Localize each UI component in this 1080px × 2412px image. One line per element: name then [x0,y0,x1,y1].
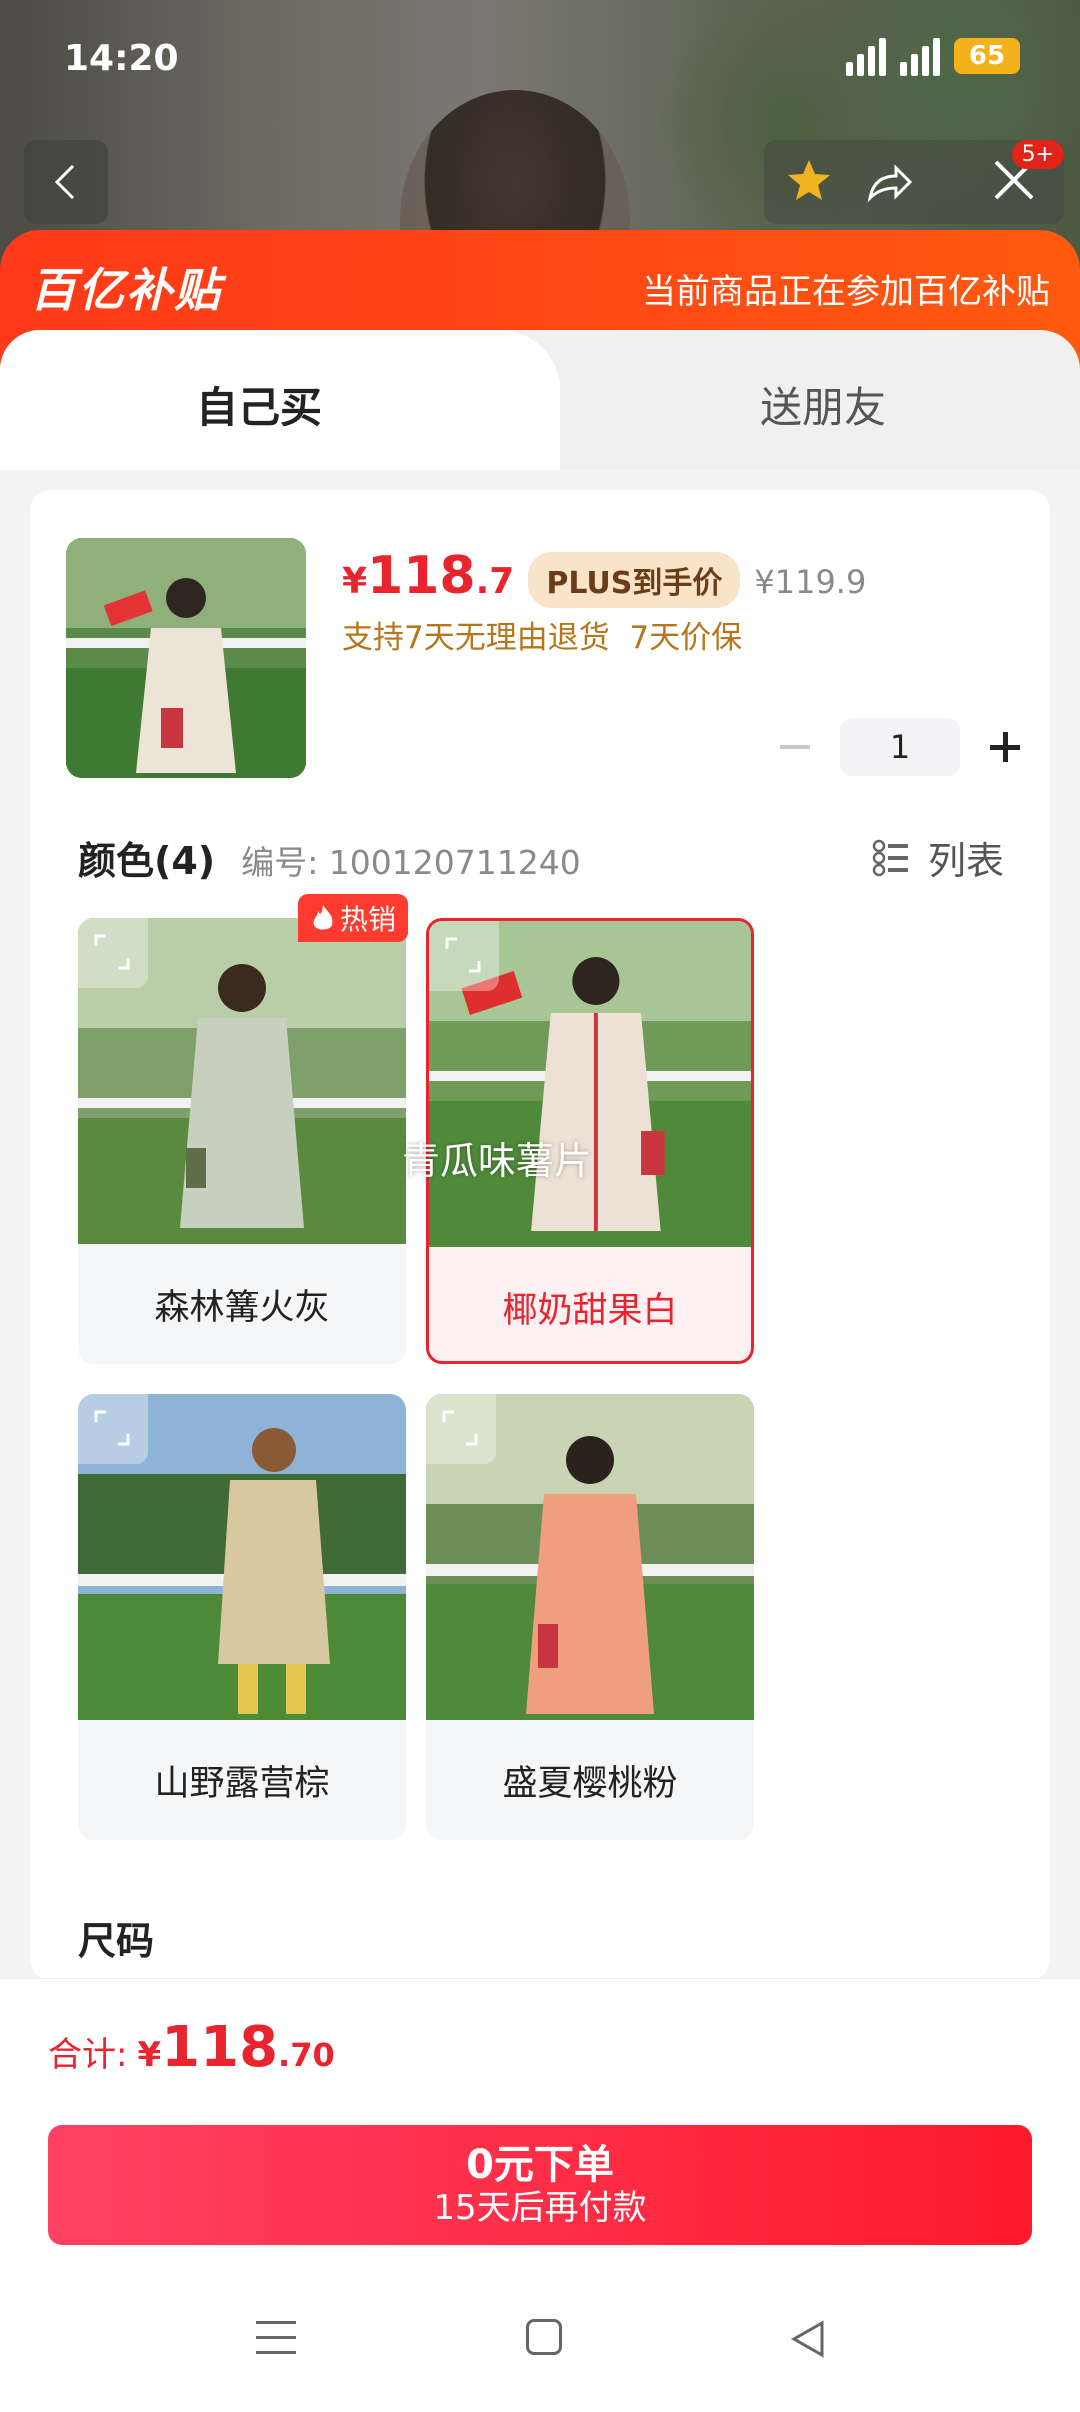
list-view-toggle[interactable]: 列表 [872,830,1004,885]
color-option-forest-gray[interactable]: 森林篝火灰 [78,918,406,1364]
product-code: 编号: 100120711240 [241,843,581,882]
share-icon[interactable] [864,158,914,208]
original-price: ¥119.9 [754,563,867,601]
checkout-footer: 合计: ¥ 118 .70 0元下单 15天后再付款 [0,1978,1080,2412]
signal-icon [846,36,886,76]
expand-icon[interactable] [426,1394,496,1464]
purchase-tabs: 自己买 送朋友 [0,330,1080,470]
color-option-label: 盛夏樱桃粉 [502,1763,678,1804]
tab-gift-label[interactable]: 送朋友 [760,374,886,435]
expand-icon[interactable] [78,1394,148,1464]
battery-indicator: 65 [954,38,1020,74]
hot-sale-badge: 热销 [298,894,409,942]
menu-icon[interactable] [256,2321,296,2361]
color-option-label: 山野露营棕 [154,1763,330,1804]
color-option-cherry-pink[interactable]: 盛夏樱桃粉 [426,1394,754,1840]
tab-self-label[interactable]: 自己买 [196,374,322,435]
product-thumbnail[interactable] [66,538,306,778]
promo-logo: 百亿补贴 [30,263,222,317]
flame-icon [313,905,333,930]
status-time: 14:20 [64,38,179,79]
size-title: 尺码 [78,1919,155,1963]
status-bar: 14:20 65 [0,0,1080,120]
color-section-header: 颜色(4) 编号: 100120711240 [78,830,581,885]
current-price: ¥118.7 [342,546,515,606]
quantity-plus-button[interactable] [980,722,1030,772]
system-nav-bar [0,2279,1080,2412]
order-button-title: 0元下单 [466,2141,614,2188]
price-row: ¥118.7 PLUS到手价 ¥119.9 [342,546,866,608]
order-button-subtitle: 15天后再付款 [433,2187,647,2228]
color-option-label: 椰奶甜果白 [502,1290,678,1331]
color-option-camp-brown[interactable]: 山野露营棕 [78,1394,406,1840]
list-icon [872,839,908,876]
promo-text: 当前商品正在参加百亿补贴 [642,272,1050,312]
quantity-input[interactable]: 1 [840,718,960,776]
list-label: 列表 [927,839,1004,883]
home-icon[interactable] [526,2319,562,2355]
total-price: 合计: ¥ 118 .70 [48,2015,335,2080]
service-guarantee: 支持7天无理由退货 7天价保 [342,620,743,656]
overlay-text: 青瓜味薯片 [402,1139,593,1183]
favorite-star-icon[interactable] [784,156,834,206]
quantity-minus-button[interactable] [770,722,820,772]
notification-badge: 5+ [1011,140,1064,169]
expand-icon[interactable] [429,921,499,991]
expand-icon[interactable] [78,918,148,988]
quantity-stepper: 1 [770,718,1030,776]
color-title: 颜色(4) [78,839,216,883]
product-options-panel: ¥118.7 PLUS到手价 ¥119.9 支持7天无理由退货 7天价保 1 颜… [30,490,1050,1980]
chevron-left-icon [54,164,75,200]
place-order-button[interactable]: 0元下单 15天后再付款 [48,2125,1032,2245]
back-button[interactable] [24,140,108,224]
color-option-label: 森林篝火灰 [154,1287,330,1328]
plus-price-tag: PLUS到手价 [528,552,741,608]
signal-icon-2 [900,36,940,76]
back-triangle-icon[interactable] [788,2319,828,2359]
top-actions: 5+ [764,140,1064,224]
